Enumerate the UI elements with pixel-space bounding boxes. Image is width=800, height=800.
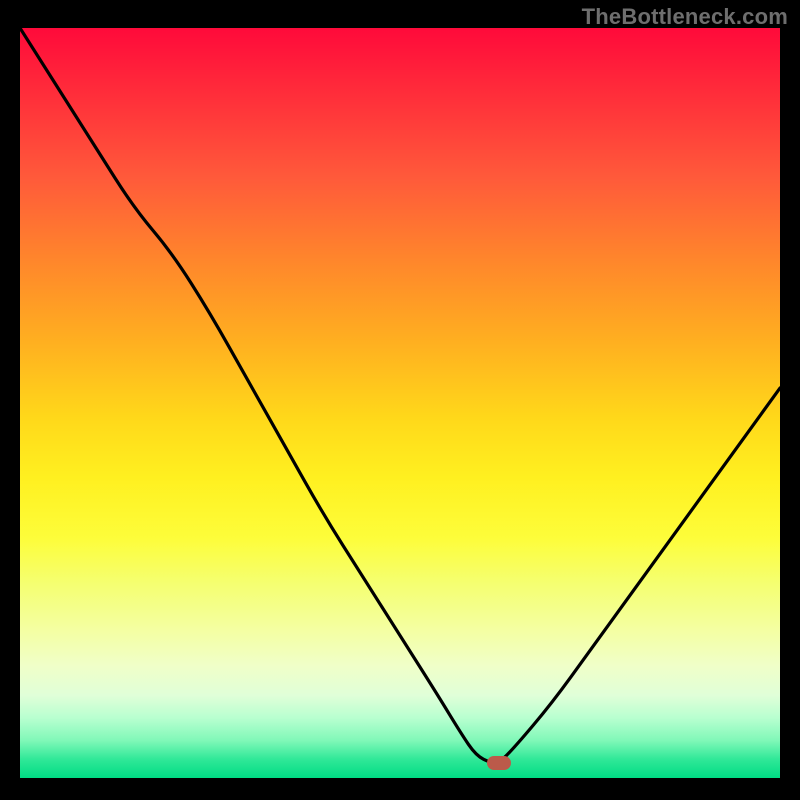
- optimum-marker: [487, 756, 511, 770]
- chart-frame: TheBottleneck.com: [0, 0, 800, 800]
- watermark-text: TheBottleneck.com: [582, 4, 788, 30]
- bottleneck-curve: [20, 28, 780, 778]
- plot-area: [20, 28, 780, 778]
